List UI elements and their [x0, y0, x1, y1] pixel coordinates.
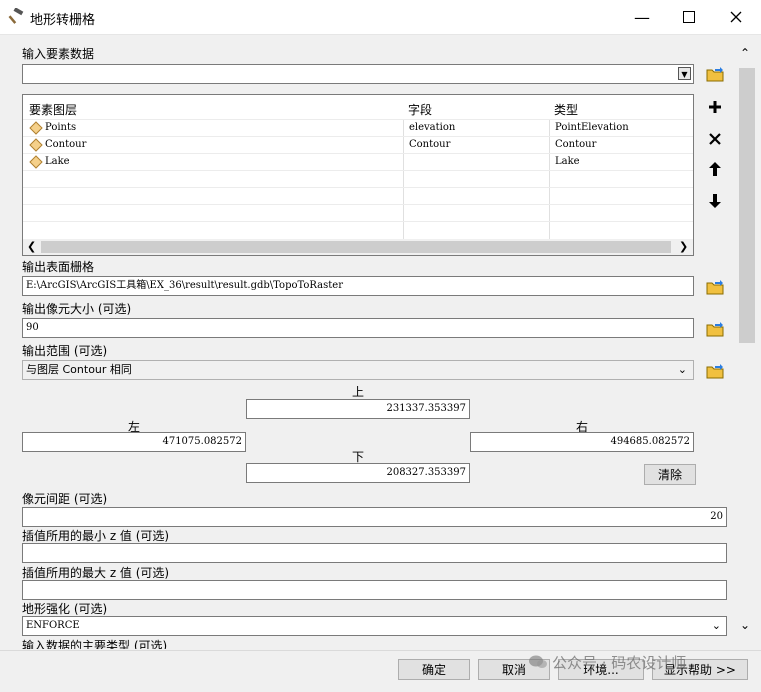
arrow-up-icon [709, 162, 721, 176]
extent-label: 输出范围 (可选) [22, 344, 108, 358]
row-field: Contour [409, 139, 451, 150]
clear-extent-button[interactable]: 清除 [644, 464, 696, 485]
ok-button[interactable]: 确定 [398, 659, 470, 680]
extent-right-input[interactable]: 494685.082572 [470, 432, 694, 452]
watermark: 公众号 · 码农设计师 [528, 649, 686, 675]
column-header-layer[interactable]: 要素图层 [29, 101, 77, 118]
table-row[interactable]: Contour Contour Contour [23, 137, 693, 153]
maximize-button[interactable] [666, 0, 712, 34]
input-features-table[interactable]: 要素图层 字段 类型 Points elevation PointElevati… [22, 94, 694, 256]
scroll-down-icon[interactable]: ⌄ [740, 618, 750, 632]
vertical-scroll-thumb[interactable] [739, 68, 755, 343]
cell-size-input[interactable]: 90 [22, 318, 694, 338]
output-raster-label: 输出表面栅格 [22, 260, 95, 274]
extent-top-label: 上 [352, 385, 365, 399]
watermark-text: 公众号 · 码农设计师 [552, 653, 687, 672]
close-button[interactable] [713, 0, 759, 34]
arrow-down-icon [709, 194, 721, 208]
cell-size-label: 输出像元大小 (可选) [22, 302, 132, 316]
minimize-button[interactable]: — [619, 0, 665, 34]
chevron-down-icon[interactable]: ⌄ [712, 617, 721, 635]
extent-top-input[interactable]: 231337.353397 [246, 399, 470, 419]
title-bar: 地形转栅格 — [0, 0, 761, 35]
input-features-combo[interactable]: ▼ [22, 64, 694, 84]
extent-left-input[interactable]: 471075.082572 [22, 432, 246, 452]
margin-label: 像元间距 (可选) [22, 492, 108, 506]
row-type: Contour [555, 139, 597, 150]
extent-bottom-input[interactable]: 208327.353397 [246, 463, 470, 483]
x-icon [709, 133, 721, 145]
window-title: 地形转栅格 [30, 13, 96, 28]
row-layer: Lake [45, 156, 70, 167]
browse-input-button[interactable] [704, 63, 726, 85]
scroll-thumb[interactable] [41, 241, 671, 253]
column-header-type[interactable]: 类型 [554, 101, 578, 118]
wechat-icon [529, 655, 547, 668]
maximize-icon [683, 11, 695, 23]
browse-extent-button[interactable] [704, 360, 726, 382]
folder-icon [706, 280, 724, 295]
extent-select[interactable]: 与图层 Contour 相同 ⌄ [22, 360, 694, 380]
dropdown-arrow-icon[interactable]: ▼ [678, 67, 691, 80]
browse-output-button[interactable] [704, 276, 726, 298]
row-field: elevation [409, 122, 456, 133]
primary-type-label: 输入数据的主要类型 (可选) [22, 639, 168, 649]
extent-select-value: 与图层 Contour 相同 [26, 363, 132, 376]
horizontal-scrollbar[interactable]: ❮ ❯ [23, 239, 693, 255]
folder-icon [706, 322, 724, 337]
folder-icon [706, 67, 724, 82]
primary-type-clip: 输入数据的主要类型 (可选) [0, 636, 738, 649]
table-row[interactable]: Lake Lake [23, 154, 693, 170]
max-z-label: 插值所用的最大 z 值 (可选) [22, 566, 170, 580]
min-z-label: 插值所用的最小 z 值 (可选) [22, 529, 170, 543]
folder-icon [706, 364, 724, 379]
move-up-button[interactable] [704, 158, 726, 180]
input-features-label: 输入要素数据 [22, 47, 95, 61]
scroll-right-icon[interactable]: ❯ [679, 240, 688, 253]
column-header-field[interactable]: 字段 [408, 101, 432, 118]
close-icon [730, 11, 742, 23]
enforce-select-value: ENFORCE [26, 620, 80, 631]
output-raster-input[interactable]: E:\ArcGIS\ArcGIS工具箱\EX_36\result\result.… [22, 276, 694, 296]
add-row-button[interactable] [704, 96, 726, 118]
chevron-down-icon[interactable]: ⌄ [678, 361, 687, 379]
row-type: Lake [555, 156, 580, 167]
browse-cell-size-button[interactable] [704, 318, 726, 340]
row-type: PointElevation [555, 122, 629, 133]
enforce-select[interactable]: ENFORCE ⌄ [22, 616, 727, 636]
hammer-icon [8, 7, 24, 24]
feature-layer-icon [29, 121, 43, 138]
scroll-left-icon[interactable]: ❮ [27, 240, 36, 253]
remove-row-button[interactable] [704, 128, 726, 150]
feature-layer-icon [29, 155, 43, 172]
min-z-input[interactable] [22, 543, 727, 563]
margin-input[interactable]: 20 [22, 507, 727, 527]
plus-icon [709, 101, 721, 113]
move-down-button[interactable] [704, 190, 726, 212]
enforce-label: 地形强化 (可选) [22, 602, 108, 616]
feature-layer-icon [29, 138, 43, 155]
scroll-up-icon[interactable]: ⌃ [740, 46, 750, 60]
table-row[interactable]: Points elevation PointElevation [23, 120, 693, 136]
row-layer: Contour [45, 139, 87, 150]
row-layer: Points [45, 122, 77, 133]
max-z-input[interactable] [22, 580, 727, 600]
